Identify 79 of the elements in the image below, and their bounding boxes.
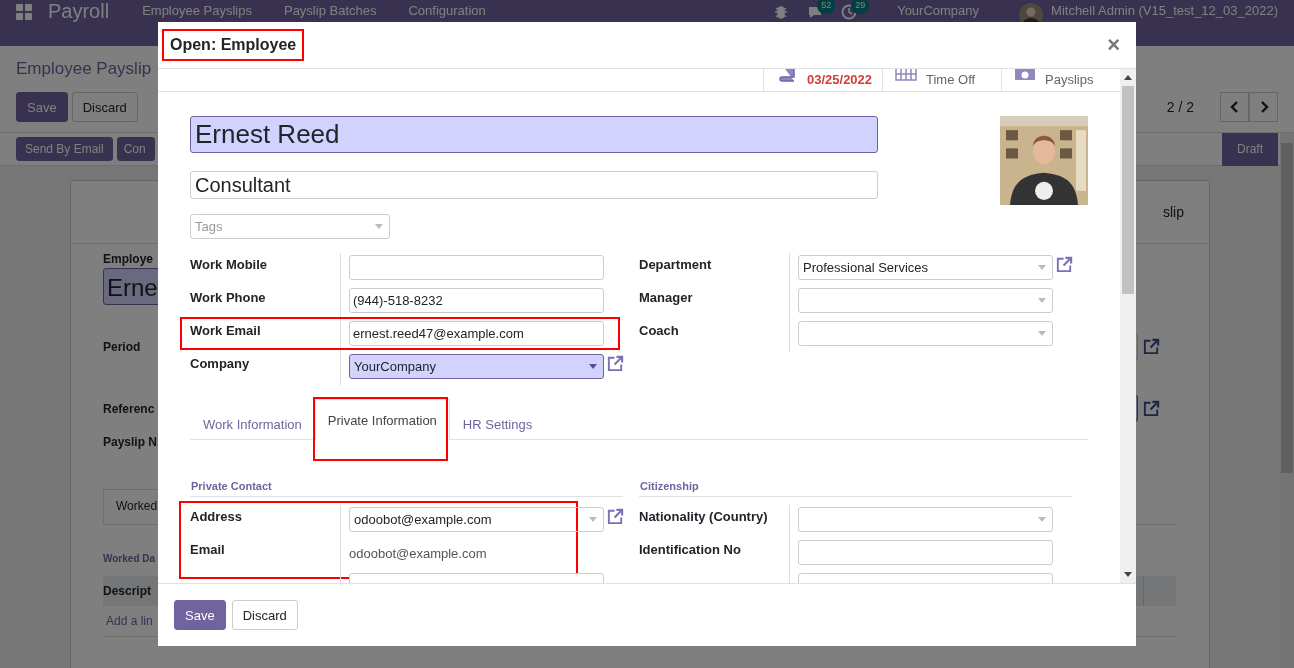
stat-button[interactable]: 03/25/2022 (763, 69, 882, 91)
caret-icon (1038, 517, 1046, 522)
field-label: Address (190, 508, 244, 526)
field-label: Period (103, 339, 141, 354)
company-switcher[interactable]: YourCompany (897, 3, 980, 18)
close-button[interactable]: × (1103, 32, 1124, 58)
input-field[interactable] (798, 540, 1053, 565)
field-label: Employe (103, 252, 153, 266)
field-label: Department (639, 256, 713, 274)
caret-icon (589, 517, 597, 522)
section-title: Citizenship (639, 480, 1072, 497)
menu-item[interactable]: Payslip Batches (283, 3, 377, 18)
caret-icon (375, 224, 383, 229)
field-label: Nationality (Country) (639, 508, 769, 526)
caret-icon (1038, 331, 1046, 336)
menu-item[interactable]: Configuration (408, 3, 486, 18)
column-header: Descript (103, 584, 152, 598)
scrollbar[interactable] (1280, 133, 1294, 668)
dialog-title: Open: Employee (162, 29, 305, 61)
tab[interactable]: Work Information (190, 408, 315, 440)
scrollbar[interactable] (1120, 69, 1136, 583)
field-label: Company (190, 355, 251, 373)
app-title[interactable]: Payroll (48, 3, 110, 20)
external-link-icon[interactable] (606, 354, 625, 373)
breadcrumb[interactable]: Employee Payslip (16, 59, 152, 79)
stat-button[interactable]: Time Off (882, 69, 1001, 91)
dialog-button[interactable]: Discard (231, 600, 298, 630)
select-field[interactable] (798, 288, 1053, 313)
notification-badge: 52 (817, 0, 836, 14)
form-button[interactable]: Discard (71, 92, 138, 122)
field-label: Email (190, 541, 226, 559)
field-label: Work Mobile (190, 256, 269, 274)
caret-icon (1038, 298, 1046, 303)
select-field[interactable]: YourCompany (349, 354, 604, 379)
menu-item[interactable]: Employee Payslips (142, 3, 252, 18)
caret-icon (1038, 265, 1046, 270)
chevron-left-icon (1228, 101, 1241, 113)
input-field[interactable]: ernest.reed47@example.com (349, 321, 604, 346)
section-title: Private Contact (190, 480, 623, 497)
external-link-icon[interactable] (1142, 337, 1161, 356)
input-field[interactable]: (944)-518-8232 (349, 288, 604, 313)
field-label: Payslip N (103, 434, 158, 449)
input-field[interactable] (349, 255, 604, 280)
select-field[interactable] (798, 321, 1053, 346)
app-grid-icon[interactable] (16, 4, 32, 20)
bug-icon[interactable] (773, 4, 790, 20)
select-field[interactable] (798, 507, 1053, 532)
status-stage[interactable]: Draft (1222, 133, 1278, 166)
action-button[interactable]: Con (116, 137, 155, 161)
field-label: Referenc (103, 401, 155, 416)
name-field[interactable]: Ernest Reed (190, 116, 878, 153)
field-label: Manager (639, 289, 694, 307)
next-button[interactable] (1249, 92, 1278, 122)
field-label: Work Email (190, 322, 262, 340)
external-link-icon[interactable] (1055, 255, 1074, 274)
job-title-field[interactable]: Consultant (190, 171, 878, 199)
tab[interactable]: HR Settings (449, 408, 546, 440)
field-value: odoobot@example.com (349, 545, 487, 561)
previous-button[interactable] (1220, 92, 1249, 122)
external-link-icon[interactable] (1142, 399, 1161, 418)
stat-button[interactable]: Payslips (1001, 69, 1120, 91)
scroll-up-icon[interactable] (1124, 75, 1132, 80)
external-link-icon[interactable] (606, 507, 625, 526)
select-field[interactable]: odoobot@example.com (349, 507, 604, 532)
caret-icon (589, 364, 597, 369)
notification-badge: 29 (851, 0, 870, 14)
field-label: Work Phone (190, 289, 267, 307)
stat-button[interactable]: slip (1163, 204, 1184, 220)
user-menu[interactable]: Mitchell Admin (V15_test_12_03_2022) (1051, 3, 1278, 18)
action-button[interactable]: Send By Email (16, 137, 113, 161)
form-button[interactable]: Save (16, 92, 68, 122)
section-title: Worked Da (103, 553, 156, 564)
add-line-link[interactable]: Add a lin (106, 614, 153, 628)
pager-value: 2 / 2 (1166, 99, 1194, 115)
dialog-button[interactable]: Save (174, 600, 226, 630)
field-label: Identification No (639, 541, 742, 559)
field-label: Coach (639, 322, 680, 340)
select-field[interactable]: Professional Services (798, 255, 1053, 280)
tags-field[interactable]: Tags (190, 214, 390, 239)
